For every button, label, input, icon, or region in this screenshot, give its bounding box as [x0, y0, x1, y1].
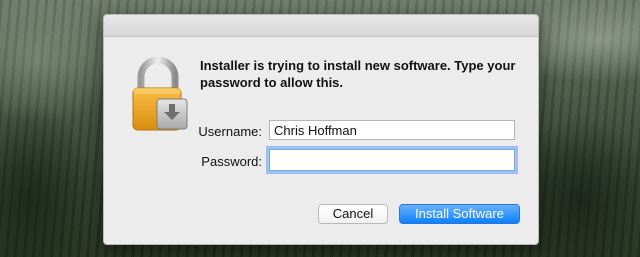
- password-field[interactable]: [269, 149, 515, 171]
- authentication-dialog: Installer is trying to install new softw…: [103, 14, 539, 245]
- dialog-titlebar: [104, 15, 538, 37]
- install-software-button[interactable]: Install Software: [399, 204, 520, 224]
- username-label: Username:: [198, 124, 262, 139]
- padlock-installer-icon: [132, 56, 188, 131]
- dialog-message: Installer is trying to install new softw…: [200, 58, 516, 90]
- username-field[interactable]: [269, 120, 515, 140]
- password-label: Password:: [201, 154, 262, 169]
- cancel-button[interactable]: Cancel: [318, 204, 388, 224]
